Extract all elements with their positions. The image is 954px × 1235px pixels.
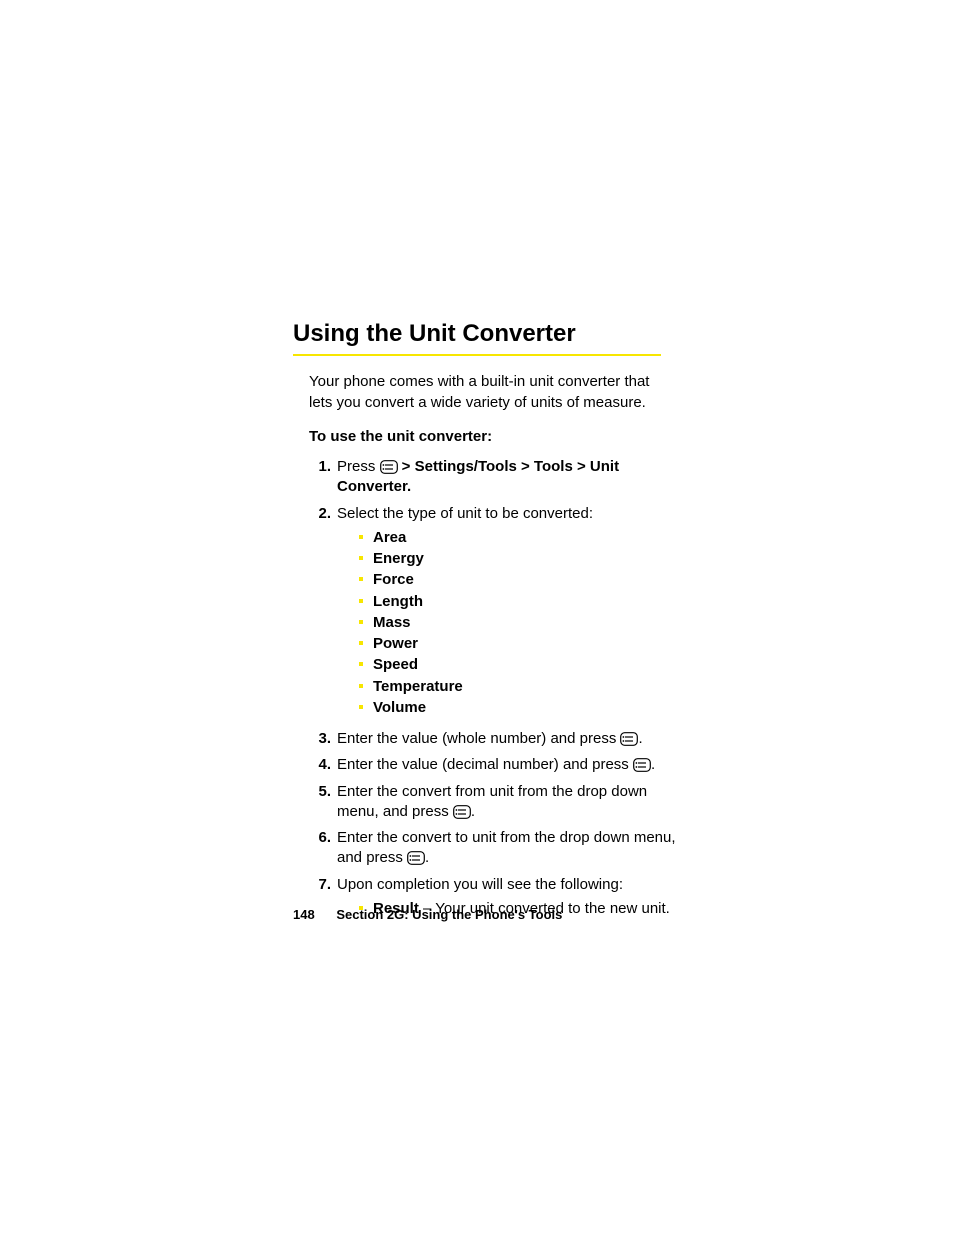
step-text-lead: Enter the value (decimal number) and pre… bbox=[337, 756, 633, 773]
section-label: Section 2G: Using the Phone's Tools bbox=[336, 907, 562, 922]
menu-key-icon bbox=[407, 851, 425, 865]
steps-list: 1. Press > Settings/Tools > Tools > Unit… bbox=[293, 457, 954, 926]
page-heading: Using the Unit Converter bbox=[293, 318, 954, 350]
step-text: Select the type of unit to be converted: bbox=[337, 505, 593, 522]
step-number: 5. bbox=[309, 782, 331, 802]
unit-item: Temperature bbox=[359, 677, 683, 698]
step-4: 4. Enter the value (decimal number) and … bbox=[309, 755, 683, 781]
step-number: 6. bbox=[309, 828, 331, 848]
step-text-lead: Press bbox=[337, 458, 380, 475]
intro-paragraph: Your phone comes with a built-in unit co… bbox=[309, 372, 669, 413]
step-number: 1. bbox=[309, 457, 331, 477]
step-text-lead: Enter the value (whole number) and press bbox=[337, 730, 620, 747]
manual-page: Using the Unit Converter Your phone come… bbox=[0, 0, 954, 1235]
step-5: 5. Enter the convert from unit from the … bbox=[309, 782, 683, 829]
step-3: 3. Enter the value (whole number) and pr… bbox=[309, 729, 683, 755]
unit-type-list: Area Energy Force Length Mass Power Spee… bbox=[337, 528, 683, 719]
unit-item: Speed bbox=[359, 655, 683, 676]
procedure-label: To use the unit converter: bbox=[309, 427, 954, 447]
heading-underline bbox=[293, 354, 661, 356]
unit-item: Length bbox=[359, 592, 683, 613]
step-text-tail: . bbox=[651, 756, 655, 773]
unit-item: Mass bbox=[359, 613, 683, 634]
unit-item: Force bbox=[359, 570, 683, 591]
unit-item: Area bbox=[359, 528, 683, 549]
unit-item: Energy bbox=[359, 549, 683, 570]
step-text-tail: . bbox=[425, 849, 429, 866]
step-number: 4. bbox=[309, 755, 331, 775]
step-6: 6. Enter the convert to unit from the dr… bbox=[309, 828, 683, 875]
unit-item: Power bbox=[359, 634, 683, 655]
step-number: 2. bbox=[309, 504, 331, 524]
step-1: 1. Press > Settings/Tools > Tools > Unit… bbox=[309, 457, 683, 504]
page-number: 148 bbox=[293, 907, 315, 922]
step-text: Upon completion you will see the followi… bbox=[337, 876, 623, 893]
menu-key-icon bbox=[633, 758, 651, 772]
menu-key-icon bbox=[453, 805, 471, 819]
step-text-lead: Enter the convert to unit from the drop … bbox=[337, 829, 676, 866]
step-number: 7. bbox=[309, 875, 331, 895]
step-text-tail: . bbox=[471, 803, 475, 820]
menu-key-icon bbox=[620, 732, 638, 746]
menu-key-icon bbox=[380, 460, 398, 474]
step-text-lead: Enter the convert from unit from the dro… bbox=[337, 783, 647, 820]
unit-item: Volume bbox=[359, 698, 683, 719]
step-text-tail: . bbox=[638, 730, 642, 747]
step-number: 3. bbox=[309, 729, 331, 749]
page-footer: 148 Section 2G: Using the Phone's Tools bbox=[293, 906, 562, 924]
step-2: 2. Select the type of unit to be convert… bbox=[309, 504, 683, 730]
